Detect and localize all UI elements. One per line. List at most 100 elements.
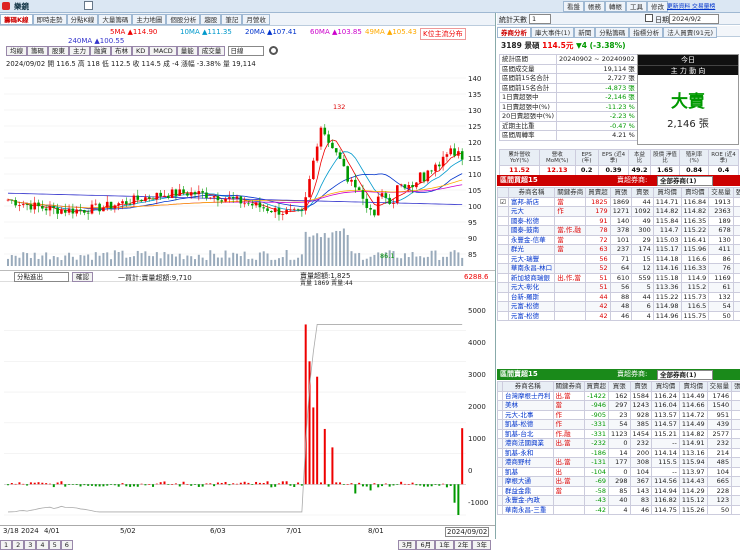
tab-transfer[interactable]: 轉帳 xyxy=(605,1,626,12)
table-row[interactable]: 元富-松德42464114.96115.7550-2 xyxy=(498,311,740,321)
table-row[interactable]: 台灣摩根士丹利出,當-14221621584116.24114.491746-3… xyxy=(498,391,740,401)
table-row[interactable]: 華南永昌-三重-42446114.75115.26503 xyxy=(498,505,740,515)
broker-name[interactable]: 元富-松德 xyxy=(508,311,554,321)
broker-name[interactable]: 永豐金-信華 xyxy=(508,235,554,245)
buy-col-header[interactable]: 買賣超 xyxy=(586,188,611,198)
row-checkbox[interactable] xyxy=(498,311,509,321)
sell-col-header[interactable]: 賣均價 xyxy=(679,382,707,392)
date-field[interactable]: 2024/9/2 xyxy=(669,14,719,24)
sell-col-header[interactable]: 買均價 xyxy=(652,382,680,392)
row-checkbox[interactable] xyxy=(498,254,509,264)
broker-name[interactable]: 元大-彰化 xyxy=(508,283,554,293)
sell-col-header[interactable]: 券商名稱 xyxy=(503,382,554,392)
broker-name[interactable]: 台新-羅斯 xyxy=(508,292,554,302)
page-4[interactable]: 4 xyxy=(36,540,48,550)
window-icon[interactable] xyxy=(84,1,93,10)
table-row[interactable]: 美林當-9462971243116.04114.661540-51 xyxy=(498,401,740,411)
table-row[interactable]: 港商法國興業出,當-2320232--114.9123210 xyxy=(498,439,740,449)
broker-name[interactable]: 新加坡商瑞銀 xyxy=(508,273,554,283)
tab-indicator[interactable]: 指標分析 xyxy=(629,27,663,38)
buy-col-header[interactable]: 買張 xyxy=(610,188,632,198)
buy-col-header[interactable]: 張數(%) xyxy=(733,188,740,198)
broker-name[interactable]: 美林 xyxy=(503,401,554,411)
table-row[interactable]: 永豐金-內政-434083116.82115.121234 xyxy=(498,496,740,506)
table-row[interactable]: 元大作17912711092114.82114.822363-6 xyxy=(498,207,740,217)
broker-name[interactable]: 港商野村 xyxy=(503,458,554,468)
link-update[interactable]: 更新資料 xyxy=(667,4,690,10)
sell-col-header[interactable]: 買張 xyxy=(609,382,631,392)
range-3y[interactable]: 3年 xyxy=(472,540,491,550)
broker-name[interactable]: 元大-瑞豐 xyxy=(508,254,554,264)
tab-news[interactable]: 新聞 xyxy=(574,27,595,38)
broker-name[interactable]: 群益金鼎 xyxy=(503,486,554,496)
price-chart[interactable]: 132 86.1 xyxy=(0,68,496,268)
broker-name[interactable]: 華南永昌-林口 xyxy=(508,264,554,274)
table-row[interactable]: 群光當63237174115.17115.9641110 xyxy=(498,245,740,255)
period-select[interactable]: 日線 xyxy=(228,46,264,56)
page-2[interactable]: 2 xyxy=(12,540,24,550)
row-checkbox[interactable] xyxy=(498,235,509,245)
buy-col-header[interactable]: 買均價 xyxy=(653,188,681,198)
legend-right-note[interactable]: K位主流分布 xyxy=(420,28,466,40)
confirm-button[interactable]: 確認 xyxy=(72,272,93,282)
btn-holders[interactable]: 股東 xyxy=(48,46,69,56)
table-row[interactable]: 永豐金-信華當7210129115.03116.411300 xyxy=(498,235,740,245)
row-checkbox[interactable]: ☑ xyxy=(498,197,509,207)
table-row[interactable]: 元大-彰化51565113.36115.2617 xyxy=(498,283,740,293)
table-row[interactable]: 國泰-松德9114049115.84116.35189-10 xyxy=(498,216,740,226)
row-checkbox[interactable] xyxy=(498,302,509,312)
tab-big-events[interactable]: 庫大事件(1) xyxy=(531,27,574,38)
tab-stock-analysis[interactable]: 個股分析 xyxy=(166,14,200,25)
page-5[interactable]: 5 xyxy=(49,540,61,550)
row-checkbox[interactable] xyxy=(498,273,509,283)
net-buy-chart[interactable] xyxy=(0,283,470,523)
btn-bollinger[interactable]: 布林 xyxy=(111,46,132,56)
calendar-icon[interactable] xyxy=(645,14,653,22)
broker-name[interactable]: 凱基-台北 xyxy=(503,429,554,439)
table-row[interactable]: 國泰-鼓南當,作,融78378300114.7115.2267814 xyxy=(498,226,740,236)
row-checkbox[interactable] xyxy=(498,264,509,274)
broker-name[interactable]: 國泰-松德 xyxy=(508,216,554,226)
sell-col-header[interactable]: 關鍵券商 xyxy=(553,382,584,392)
sell-col-header[interactable]: 買賣超 xyxy=(584,382,609,392)
broker-name[interactable]: 凱基 xyxy=(503,467,554,477)
table-row[interactable]: 華南永昌-林口526412114.16116.3376-8 xyxy=(498,264,740,274)
link-ranking[interactable]: 交易量榜 xyxy=(692,4,715,10)
btn-macd[interactable]: MACD xyxy=(149,46,176,56)
btn-margin[interactable]: 融資 xyxy=(90,46,111,56)
broker-name[interactable]: 凱基-永和 xyxy=(503,448,554,458)
table-row[interactable]: 群益金鼎當-5885143114.94114.29228-7 xyxy=(498,486,740,496)
broker-name[interactable]: 富邦-新店 xyxy=(508,197,554,207)
range-1y[interactable]: 1年 xyxy=(435,540,454,550)
broker-name[interactable]: 港商法國興業 xyxy=(503,439,554,449)
broker-name[interactable]: 國泰-鼓南 xyxy=(508,226,554,236)
tab-watch[interactable]: 看盤 xyxy=(563,1,584,12)
sell-select[interactable]: 全部券商(1) xyxy=(657,370,713,380)
broker-name[interactable]: 永豐金-內政 xyxy=(503,496,554,506)
btn-main[interactable]: 主力 xyxy=(69,46,90,56)
buy-col-header[interactable]: 關鍵券商 xyxy=(555,188,586,198)
btn-ma[interactable]: 均線 xyxy=(6,46,27,56)
tab-intraday[interactable]: 即時走勢 xyxy=(33,14,67,25)
table-row[interactable]: ☑富邦-新店當1825186944114.71116.841913-29 xyxy=(498,197,740,207)
tab-broker-analysis[interactable]: 券商分析 xyxy=(497,27,531,38)
tab-main-map[interactable]: 主力地圖 xyxy=(132,14,166,25)
row-checkbox[interactable] xyxy=(498,292,509,302)
tab-monthly-revenue[interactable]: 月營收 xyxy=(242,14,270,25)
broker-name[interactable]: 摩根大通 xyxy=(503,477,554,487)
broker-name[interactable]: 元大-北事 xyxy=(503,410,554,420)
buy-col-header[interactable]: 券商名稱 xyxy=(508,188,554,198)
btn-volume[interactable]: 成交量 xyxy=(198,46,226,56)
table-row[interactable]: 凱基-台北作,融-33111231454115.21114.822577-13 xyxy=(498,429,740,439)
table-row[interactable]: 元大-瑞豐567115114.18116.6865 xyxy=(498,254,740,264)
sell-col-header[interactable]: 交易量 xyxy=(707,382,732,392)
btn-volume-energy[interactable]: 量能 xyxy=(177,46,198,56)
table-row[interactable]: 凱基-永和-18614200114.14113.16214-26 xyxy=(498,448,740,458)
broker-name[interactable]: 台灣摩根士丹利 xyxy=(503,391,554,401)
table-row[interactable]: 摩根大通出,當-69298367114.56114.43665-4 xyxy=(498,477,740,487)
tab-account[interactable]: 帳務 xyxy=(584,1,605,12)
tab-kline[interactable]: 籌碼K線 xyxy=(0,14,33,25)
table-row[interactable]: 元大-北事作-90523928113.57114.7295123 xyxy=(498,410,740,420)
tab-tools[interactable]: 工具 xyxy=(626,1,647,12)
page-6[interactable]: 6 xyxy=(61,540,73,550)
